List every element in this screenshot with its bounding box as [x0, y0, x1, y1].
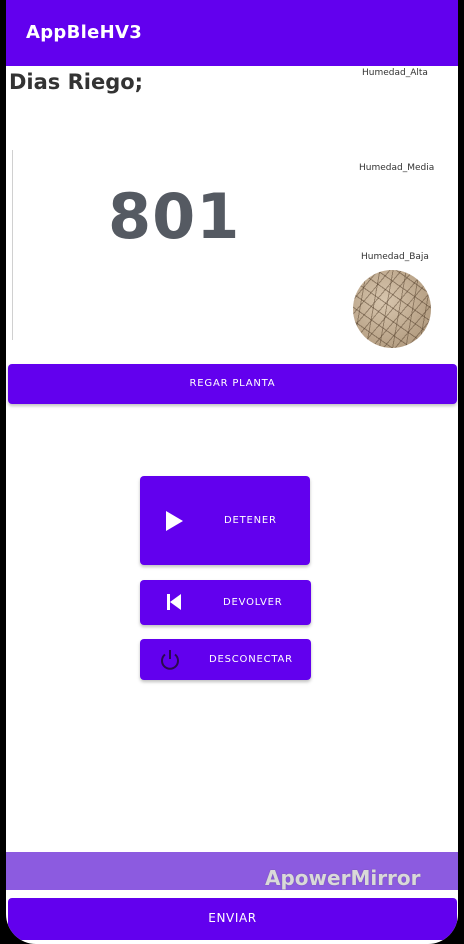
- app-bar: AppBleHV3: [6, 0, 458, 66]
- watermark: ApowerMirror: [265, 866, 421, 890]
- regar-planta-button[interactable]: REGAR PLANTA: [8, 364, 457, 404]
- desconectar-button[interactable]: DESCONECTAR: [140, 639, 311, 680]
- enviar-label: ENVIAR: [208, 911, 257, 925]
- humedad-baja-label: Humedad_Baja: [361, 252, 429, 262]
- app-screen: AppBleHV3 Dias Riego; 801 Humedad_Alta H…: [6, 0, 458, 944]
- detener-label: DETENER: [224, 515, 277, 526]
- regar-planta-label: REGAR PLANTA: [189, 378, 276, 389]
- counter-value: 801: [108, 180, 241, 253]
- enviar-button[interactable]: ENVIAR: [8, 898, 457, 940]
- desconectar-label: DESCONECTAR: [209, 654, 293, 665]
- app-title: AppBleHV3: [26, 22, 143, 43]
- left-divider: [6, 150, 13, 340]
- power-icon: [158, 648, 182, 675]
- dry-soil-image: [353, 270, 431, 348]
- play-icon: [164, 510, 184, 535]
- devolver-label: DEVOLVER: [223, 597, 283, 608]
- humedad-media-label: Humedad_Media: [359, 163, 435, 173]
- skip-previous-icon: [166, 593, 182, 614]
- detener-button[interactable]: DETENER: [140, 476, 310, 565]
- devolver-button[interactable]: DEVOLVER: [140, 580, 311, 625]
- humedad-alta-label: Humedad_Alta: [362, 68, 428, 78]
- dias-riego-label: Dias Riego;: [9, 70, 144, 94]
